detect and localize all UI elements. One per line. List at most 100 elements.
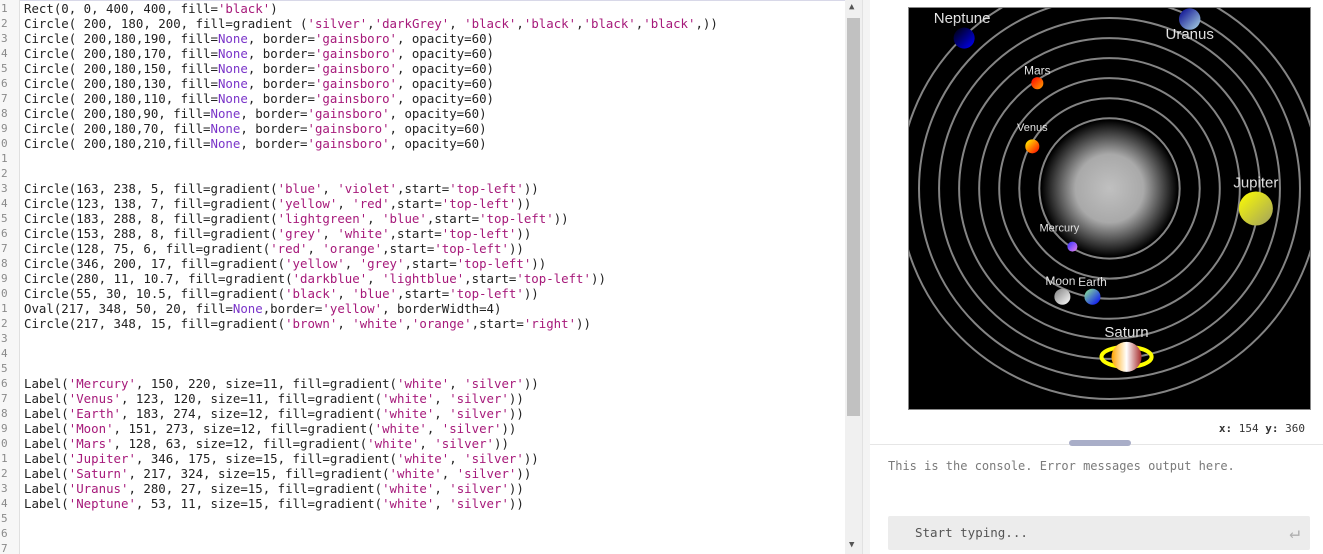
line-number: 5 xyxy=(1,212,8,225)
scroll-up-icon[interactable]: ▲ xyxy=(849,2,854,12)
code-line[interactable]: Circle(163, 238, 5, fill=gradient('blue'… xyxy=(24,181,539,196)
code-line[interactable]: Label('Saturn', 217, 324, size=15, fill=… xyxy=(24,466,531,481)
mars-label: Mars xyxy=(1024,63,1051,77)
earth-label: Earth xyxy=(1078,275,1107,289)
mercury-label: Mercury xyxy=(1039,222,1079,234)
code-line[interactable]: Circle( 200,180,130, fill=None, border='… xyxy=(24,76,494,91)
line-number: 6 xyxy=(1,527,8,540)
y-label: y xyxy=(1265,422,1272,435)
earth-planet xyxy=(1084,288,1101,305)
line-number: 0 xyxy=(1,287,8,300)
line-number: 7 xyxy=(1,92,8,105)
neptune-label: Neptune xyxy=(934,10,991,27)
line-number: 8 xyxy=(1,257,8,270)
uranus-label: Uranus xyxy=(1165,26,1213,43)
code-editor[interactable]: 1 2 3 4 5 6 7 8 9 0 1 2 3 4 5 6 7 8 9 0 1 2 3 4 5 6 7 8 9 0 1 2 3 4 5 6 7 Re… xyxy=(0,0,862,554)
code-line[interactable]: Circle(55, 30, 10.5, fill=gradient('blac… xyxy=(24,286,539,301)
y-value: 360 xyxy=(1285,422,1305,435)
line-number: 5 xyxy=(1,512,8,525)
line-number: 7 xyxy=(1,542,8,554)
console-input[interactable]: Start typing... ↵ xyxy=(888,516,1310,550)
line-number: 5 xyxy=(1,62,8,75)
enter-icon[interactable]: ↵ xyxy=(1289,522,1300,543)
line-number: 4 xyxy=(1,47,8,60)
line-number: 4 xyxy=(1,197,8,210)
code-line[interactable]: Label('Venus', 123, 120, size=11, fill=g… xyxy=(24,391,524,406)
line-number: 0 xyxy=(1,437,8,450)
code-line[interactable]: Circle(128, 75, 6, fill=gradient('red', … xyxy=(24,241,524,256)
venus-planet xyxy=(1025,139,1040,154)
line-number: 7 xyxy=(1,392,8,405)
code-line[interactable]: Circle( 200,180,110, fill=None, border='… xyxy=(24,91,494,106)
line-number: 3 xyxy=(1,182,8,195)
code-line[interactable]: Circle( 200,180,70, fill=None, border='g… xyxy=(24,121,487,136)
code-line[interactable]: Label('Jupiter', 346, 175, size=15, fill… xyxy=(24,451,539,466)
line-number: 5 xyxy=(1,362,8,375)
line-number: 1 xyxy=(1,2,8,15)
line-number: 3 xyxy=(1,482,8,495)
code-line[interactable]: Circle( 200, 180, 200, fill=gradient ('s… xyxy=(24,16,718,31)
code-line[interactable]: Circle( 200,180,150, fill=None, border='… xyxy=(24,61,494,76)
saturn-planet xyxy=(1111,341,1142,372)
line-number: 2 xyxy=(1,467,8,480)
code-line[interactable]: Label('Mercury', 150, 220, size=11, fill… xyxy=(24,376,539,391)
code-line[interactable]: Label('Earth', 183, 274, size=12, fill=g… xyxy=(24,406,524,421)
line-number: 1 xyxy=(1,452,8,465)
line-number: 2 xyxy=(1,17,8,30)
venus-label: Venus xyxy=(1017,122,1048,134)
code-line[interactable]: Circle(153, 288, 8, fill=gradient('grey'… xyxy=(24,226,531,241)
line-number: 0 xyxy=(1,137,8,150)
code-line[interactable]: Circle(183, 288, 8, fill=gradient('light… xyxy=(24,211,569,226)
canvas-svg: Mercury Venus Earth Moon Mars Jupiter Sa… xyxy=(898,0,1321,409)
code-line[interactable]: Circle(123, 138, 7, fill=gradient('yello… xyxy=(24,196,531,211)
code-line[interactable]: Circle(217, 348, 15, fill=gradient('brow… xyxy=(24,316,591,331)
code-line[interactable]: Circle( 200,180,190, fill=None, border='… xyxy=(24,31,494,46)
console-input-placeholder: Start typing... xyxy=(915,525,1028,540)
line-number: 4 xyxy=(1,497,8,510)
line-number: 6 xyxy=(1,77,8,90)
editor-scrollbar[interactable]: ▲ ▼ xyxy=(845,0,862,554)
line-number: 9 xyxy=(1,272,8,285)
moon-label: Moon xyxy=(1045,274,1075,288)
saturn-label: Saturn xyxy=(1104,324,1148,341)
line-number: 2 xyxy=(1,167,8,180)
line-number: 3 xyxy=(1,32,8,45)
line-number: 1 xyxy=(1,152,8,165)
code-line[interactable]: Oval(217, 348, 50, 20, fill=None,border=… xyxy=(24,301,501,316)
jupiter-planet xyxy=(1238,191,1273,226)
scrollbar-thumb[interactable] xyxy=(847,18,860,416)
line-number: 3 xyxy=(1,332,8,345)
code-line[interactable]: Circle( 200,180,170, fill=None, border='… xyxy=(24,46,494,61)
code-line[interactable]: Circle(280, 11, 10.7, fill=gradient('dar… xyxy=(24,271,606,286)
mercury-planet xyxy=(1067,241,1078,252)
code-line[interactable]: Circle( 200,180,90, fill=None, border='g… xyxy=(24,106,487,121)
line-number: 6 xyxy=(1,227,8,240)
code-line[interactable]: Label('Moon', 151, 273, size=12, fill=gr… xyxy=(24,421,516,436)
code-line[interactable]: Circle(346, 200, 17, fill=gradient('yell… xyxy=(24,256,546,271)
line-number: 4 xyxy=(1,347,8,360)
line-number: 1 xyxy=(1,302,8,315)
line-number: 6 xyxy=(1,377,8,390)
code-line[interactable]: Rect(0, 0, 400, 400, fill='black') xyxy=(24,1,278,16)
line-number: 9 xyxy=(1,422,8,435)
drawing-canvas[interactable]: Mercury Venus Earth Moon Mars Jupiter Sa… xyxy=(898,0,1321,410)
line-number: 8 xyxy=(1,407,8,420)
code-line[interactable]: Label('Neptune', 53, 11, size=15, fill=g… xyxy=(24,496,524,511)
line-number: 2 xyxy=(1,317,8,330)
moon-planet xyxy=(1054,288,1071,305)
code-line[interactable]: Label('Uranus', 280, 27, size=15, fill=g… xyxy=(24,481,524,496)
console-resize-handle[interactable] xyxy=(1069,440,1131,446)
code-line[interactable]: Circle( 200,180,210,fill=None, border='g… xyxy=(24,136,487,151)
jupiter-label: Jupiter xyxy=(1233,174,1278,191)
scroll-down-icon[interactable]: ▼ xyxy=(849,540,854,550)
mars-planet xyxy=(1031,77,1044,90)
output-panel: Mercury Venus Earth Moon Mars Jupiter Sa… xyxy=(870,0,1323,554)
line-number: 9 xyxy=(1,122,8,135)
x-value: 154 xyxy=(1238,422,1259,435)
line-number: 7 xyxy=(1,242,8,255)
neptune-planet xyxy=(953,27,975,49)
code-line[interactable]: Label('Mars', 128, 63, size=12, fill=gra… xyxy=(24,436,509,451)
line-number-gutter: 1 2 3 4 5 6 7 8 9 0 1 2 3 4 5 6 7 8 9 0 1 2 3 4 5 6 7 8 9 0 1 2 3 4 5 6 7 xyxy=(0,0,20,554)
x-label: x xyxy=(1218,422,1226,435)
line-number: 8 xyxy=(1,107,8,120)
